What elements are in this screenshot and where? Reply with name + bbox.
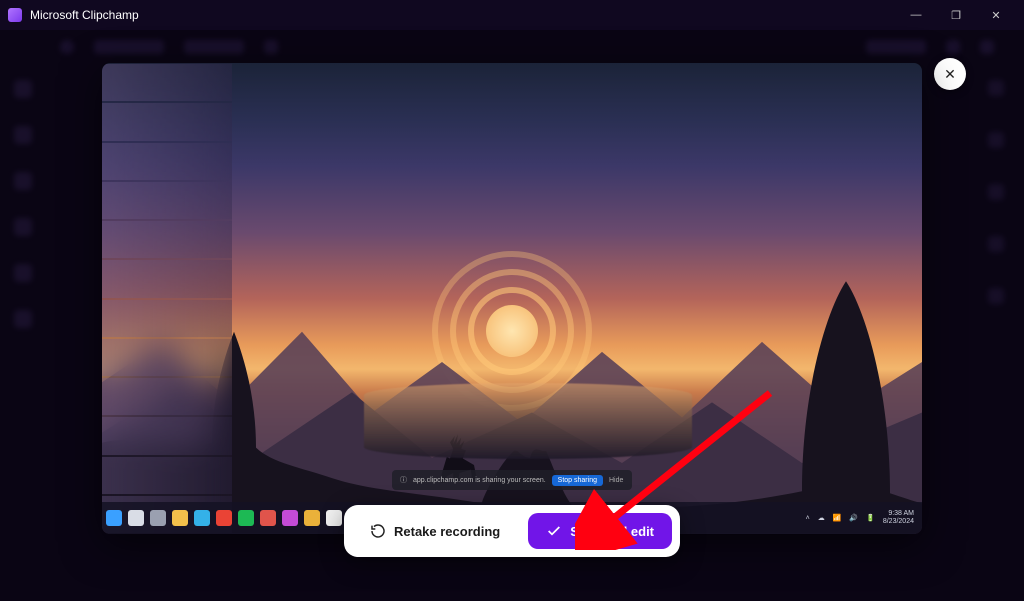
recorded-screen: ⓘ app.clipchamp.com is sharing your scre… (102, 63, 922, 534)
taskbar-edge-icon (194, 510, 210, 526)
info-icon: ⓘ (400, 475, 407, 485)
check-icon (546, 523, 562, 539)
taskbar-app3-icon (304, 510, 320, 526)
left-rail-blurred (14, 80, 38, 581)
editor-toolbar-blurred (60, 38, 994, 56)
taskbar-explorer-icon (172, 510, 188, 526)
screen-share-notice: ⓘ app.clipchamp.com is sharing your scre… (392, 470, 632, 490)
tray-chevron-icon: ˄ (806, 515, 810, 522)
app-icon (8, 8, 22, 22)
close-icon: ✕ (944, 66, 956, 83)
wallpaper-lake (364, 383, 692, 458)
taskbar-app4-icon (326, 510, 342, 526)
tray-wifi-icon: 📶 (833, 514, 842, 522)
window-maximize-button[interactable]: ❐ (936, 0, 976, 30)
close-preview-button[interactable]: ✕ (934, 58, 966, 90)
tray-volume-icon: 🔊 (849, 514, 858, 522)
tray-battery-icon: 🔋 (866, 514, 875, 522)
app-title: Microsoft Clipchamp (30, 8, 139, 22)
stop-sharing-button[interactable]: Stop sharing (552, 475, 603, 486)
right-rail-blurred (988, 80, 1008, 581)
recording-preview: ⓘ app.clipchamp.com is sharing your scre… (102, 63, 922, 534)
taskbar-start-icon (106, 510, 122, 526)
tray-cloud-icon: ☁ (818, 514, 825, 522)
taskbar-app2-icon (282, 510, 298, 526)
taskbar-task-view-icon (150, 510, 166, 526)
retake-recording-button[interactable]: Retake recording (352, 513, 518, 549)
recording-actions: Retake recording Save and edit (344, 505, 680, 557)
taskbar-search-icon (128, 510, 144, 526)
retake-label: Retake recording (394, 524, 500, 539)
titlebar: Microsoft Clipchamp — ❐ ✕ (0, 0, 1024, 30)
taskbar-spotify-icon (238, 510, 254, 526)
window-minimize-button[interactable]: — (896, 0, 936, 30)
captured-clock: 9:38 AM 8/23/2024 (883, 510, 914, 525)
taskbar-chrome-icon (216, 510, 232, 526)
save-and-edit-button[interactable]: Save and edit (528, 513, 672, 549)
screenshot-blur-strip (102, 63, 232, 534)
window-close-button[interactable]: ✕ (976, 0, 1016, 30)
captured-system-tray: ˄ ☁ 📶 🔊 🔋 9:38 AM 8/23/2024 (806, 510, 914, 525)
hide-sharing-button[interactable]: Hide (609, 477, 623, 484)
taskbar-app1-icon (260, 510, 276, 526)
save-edit-label: Save and edit (570, 524, 654, 539)
retake-icon (370, 523, 386, 539)
share-notice-text: app.clipchamp.com is sharing your screen… (413, 477, 546, 484)
